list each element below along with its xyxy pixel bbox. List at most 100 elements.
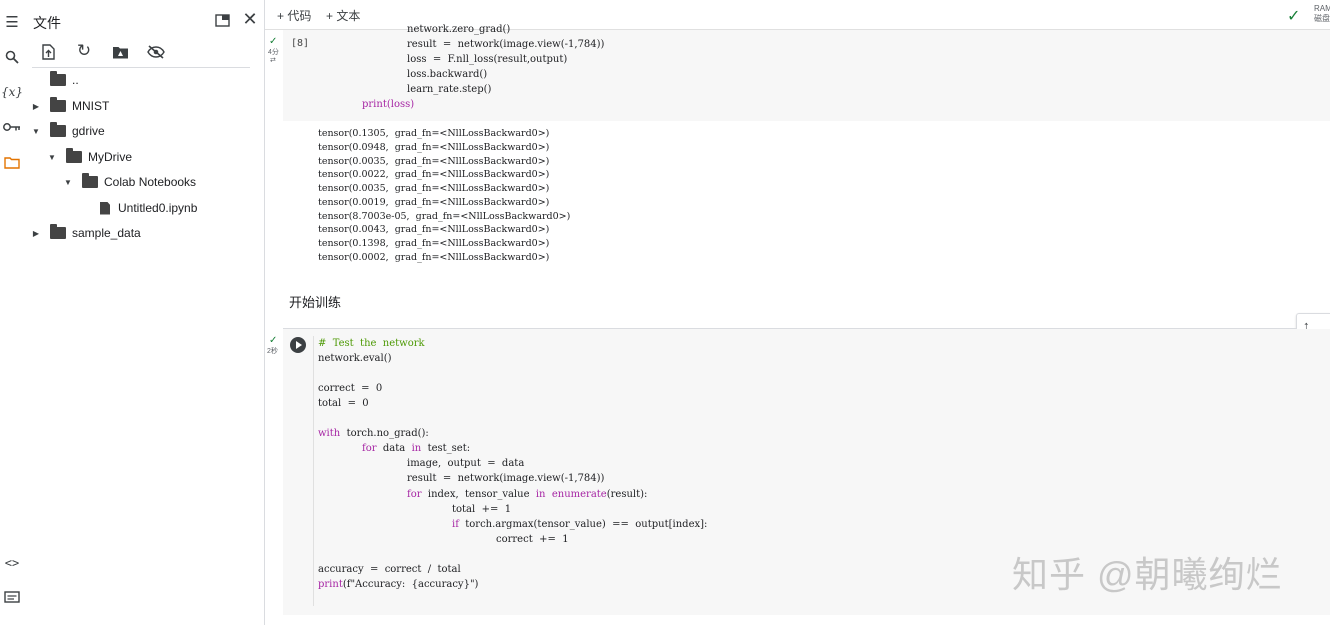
panel-divider bbox=[264, 0, 265, 625]
code-text: index, tensor_value bbox=[421, 489, 536, 500]
code-line: for data in test_set: bbox=[362, 441, 470, 456]
tree-item-sample-data[interactable]: ▶ sample_data bbox=[30, 223, 141, 243]
code-line: network.eval() bbox=[318, 353, 392, 364]
code-line: total += 1 bbox=[452, 504, 512, 515]
chevron-right-icon[interactable]: ▶ bbox=[30, 229, 42, 238]
close-icon[interactable]: ✕ bbox=[240, 9, 260, 29]
code-text: torch.no_grad(): bbox=[340, 428, 429, 439]
keyword: for bbox=[362, 443, 377, 454]
code-line: image, output = data bbox=[407, 458, 525, 469]
folder-icon bbox=[82, 173, 98, 188]
tree-label: MNIST bbox=[72, 99, 110, 113]
folder-icon bbox=[50, 224, 66, 239]
tree-parent-dir[interactable]: .. bbox=[50, 70, 79, 90]
code-line: network.zero_grad() bbox=[407, 24, 511, 35]
code-line: total = 0 bbox=[318, 398, 369, 409]
builtin-function: print bbox=[318, 579, 343, 590]
tree-label: Colab Notebooks bbox=[104, 175, 197, 189]
output-line: tensor(0.0035, grad_fn=<NllLossBackward0… bbox=[318, 156, 550, 167]
code-line: print(f"Accuracy: {accuracy}") bbox=[318, 577, 478, 592]
keyword: if bbox=[452, 519, 459, 530]
upload-icon[interactable] bbox=[38, 42, 58, 62]
tree-label: Untitled0.ipynb bbox=[118, 201, 198, 215]
toc-icon[interactable]: ☰ bbox=[2, 12, 22, 32]
folder-icon bbox=[50, 97, 66, 112]
tree-item-mnist[interactable]: ▶ MNIST bbox=[30, 96, 109, 116]
code-line: for index, tensor_value in enumerate(res… bbox=[407, 487, 647, 502]
watermark: 知乎 @朝曦绚烂 bbox=[1012, 554, 1283, 595]
code-line: loss = F.nll_loss(result,output) bbox=[407, 54, 568, 65]
tree-label: gdrive bbox=[72, 124, 105, 138]
panel-title: 文件 bbox=[33, 15, 61, 31]
code-snippets-icon[interactable]: <> bbox=[2, 553, 22, 573]
output-line: tensor(0.0035, grad_fn=<NllLossBackward0… bbox=[318, 183, 550, 194]
folder-icon[interactable] bbox=[2, 152, 22, 172]
code-line: loss.backward() bbox=[407, 69, 488, 80]
key-icon[interactable] bbox=[2, 117, 22, 137]
output-line: tensor(0.0002, grad_fn=<NllLossBackward0… bbox=[318, 252, 550, 263]
file-icon bbox=[100, 201, 110, 215]
tree-label: sample_data bbox=[72, 226, 141, 240]
cell-border bbox=[283, 328, 1296, 329]
run-cell-button[interactable] bbox=[290, 337, 306, 353]
code-text: data bbox=[376, 443, 412, 454]
disk-label: 磁盘 bbox=[1314, 14, 1330, 23]
refresh-icon[interactable]: ↻ bbox=[74, 41, 94, 61]
open-in-tab-icon[interactable] bbox=[212, 10, 232, 30]
tree-item-gdrive[interactable]: ▼ gdrive bbox=[30, 121, 105, 141]
code-line: if torch.argmax(tensor_value) == output[… bbox=[452, 517, 707, 532]
code-text: test_set: bbox=[421, 443, 471, 454]
folder-icon bbox=[50, 122, 66, 137]
editor-gutter bbox=[313, 336, 314, 606]
resources-indicator[interactable]: RAM 磁盘 bbox=[1314, 4, 1330, 24]
check-icon: ✓ bbox=[269, 36, 278, 47]
builtin-function: enumerate bbox=[551, 489, 607, 500]
check-icon: ✓ bbox=[1287, 8, 1301, 25]
add-code-button[interactable]: + 代码 bbox=[277, 7, 311, 24]
code-line: accuracy = correct / total bbox=[318, 564, 461, 575]
tree-label: .. bbox=[72, 73, 79, 87]
keyword: with bbox=[318, 428, 341, 439]
ram-label: RAM bbox=[1314, 4, 1330, 13]
code-line: with torch.no_grad(): bbox=[318, 426, 429, 441]
check-icon: ✓ bbox=[269, 335, 278, 346]
files-panel: 文件 ✕ ↻ .. ▶ MNIST ▼ gdrive ▼ MyDrive ▼ C… bbox=[24, 0, 264, 625]
code-line: result = network(image.view(-1,784)) bbox=[407, 39, 605, 50]
output-line: tensor(0.0043, grad_fn=<NllLossBackward0… bbox=[318, 224, 550, 235]
output-line: tensor(0.1398, grad_fn=<NllLossBackward0… bbox=[318, 238, 550, 249]
code-text: torch.argmax(tensor_value) == output[ind… bbox=[458, 519, 708, 530]
code-line: correct = 0 bbox=[318, 383, 383, 394]
tree-item-mydrive[interactable]: ▼ MyDrive bbox=[46, 147, 132, 167]
folder-icon bbox=[50, 71, 66, 86]
keyword: in bbox=[411, 443, 422, 454]
chevron-down-icon[interactable]: ▼ bbox=[46, 153, 58, 162]
exec-count: [8] bbox=[291, 38, 310, 49]
chevron-down-icon[interactable]: ▼ bbox=[30, 127, 42, 136]
folder-icon bbox=[66, 148, 82, 163]
terminal-icon[interactable] bbox=[2, 587, 22, 607]
tree-item-colab-notebooks[interactable]: ▼ Colab Notebooks bbox=[62, 172, 196, 192]
keyword: for bbox=[407, 489, 422, 500]
code-line: learn_rate.step() bbox=[407, 84, 492, 95]
tree-item-untitled0[interactable]: Untitled0.ipynb bbox=[100, 198, 197, 218]
mount-drive-icon[interactable] bbox=[110, 42, 130, 62]
output-line: tensor(0.1305, grad_fn=<NllLossBackward0… bbox=[318, 128, 550, 139]
output-line: tensor(8.7003e-05, grad_fn=<NllLossBackw… bbox=[318, 211, 571, 222]
tree-label: MyDrive bbox=[88, 150, 132, 164]
code-text: (result): bbox=[606, 489, 648, 500]
code-line: print(loss) bbox=[362, 99, 415, 110]
hide-icon[interactable] bbox=[146, 42, 166, 62]
text-cell[interactable]: 开始训练 bbox=[289, 292, 341, 311]
chevron-down-icon[interactable]: ▼ bbox=[62, 178, 74, 187]
add-text-button[interactable]: + 文本 bbox=[326, 7, 360, 24]
code-line: correct += 1 bbox=[496, 534, 569, 545]
code-line: result = network(image.view(-1,784)) bbox=[407, 473, 605, 484]
chevron-right-icon[interactable]: ▶ bbox=[30, 102, 42, 111]
variables-icon[interactable]: {x} bbox=[1, 82, 23, 102]
output-line: tensor(0.0948, grad_fn=<NllLossBackward0… bbox=[318, 142, 550, 153]
output-line: tensor(0.0019, grad_fn=<NllLossBackward0… bbox=[318, 197, 550, 208]
output-toggle-icon[interactable]: ⇄ bbox=[270, 56, 276, 64]
output-line: tensor(0.0022, grad_fn=<NllLossBackward0… bbox=[318, 169, 550, 180]
exec-time: 2秒 bbox=[267, 348, 278, 355]
search-icon[interactable] bbox=[2, 47, 22, 67]
